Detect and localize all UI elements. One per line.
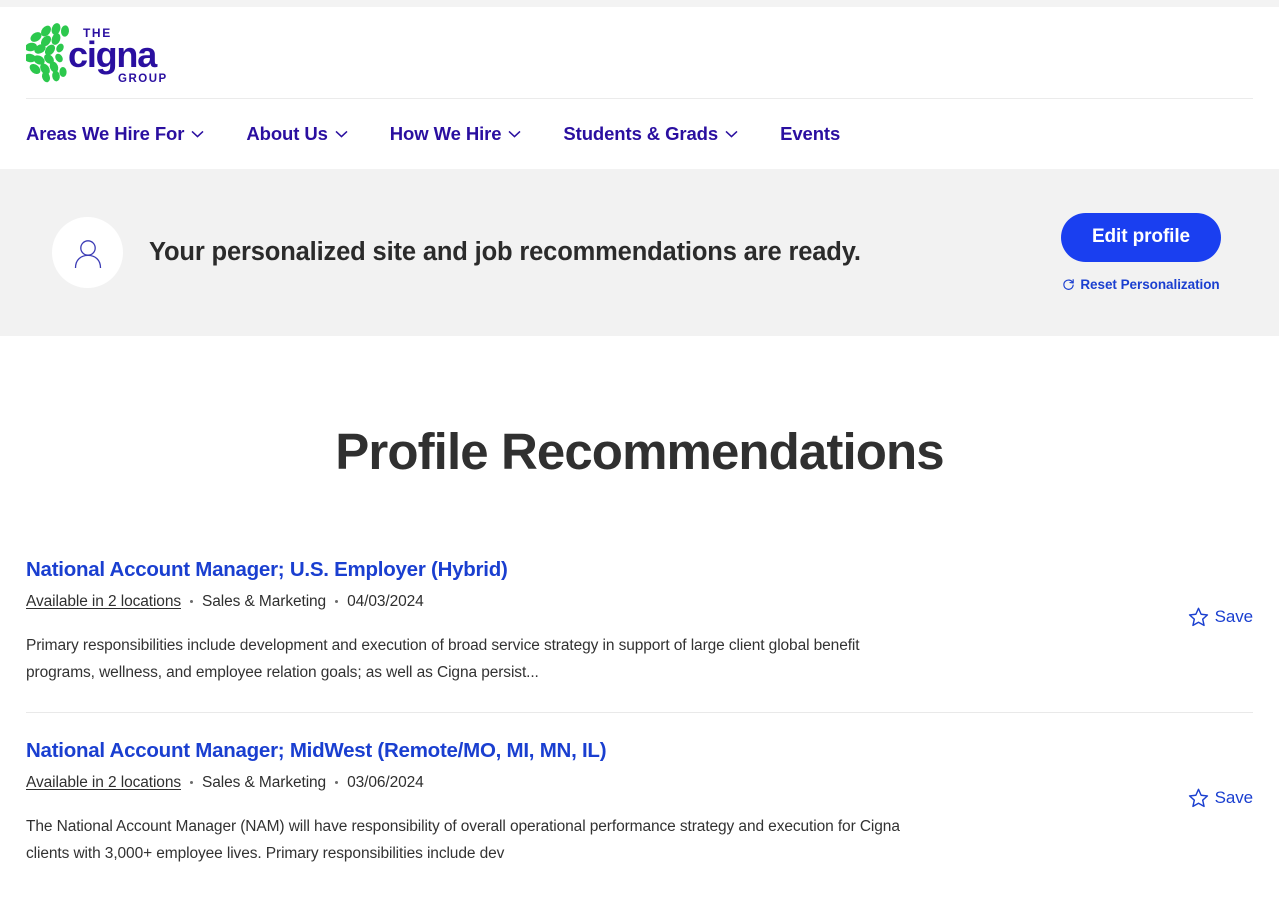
job-date: 03/06/2024 xyxy=(347,773,424,791)
banner-right-group: Edit profile Reset Personalization xyxy=(1060,213,1253,292)
job-description: The National Account Manager (NAM) will … xyxy=(26,817,900,863)
nav-label: Areas We Hire For xyxy=(26,123,185,144)
save-job-button[interactable]: Save xyxy=(1188,607,1253,627)
save-label: Save xyxy=(1214,788,1253,808)
nav-label: Students & Grads xyxy=(563,123,719,144)
edit-profile-button[interactable]: Edit profile xyxy=(1060,213,1221,262)
logo-cigna-text: cigna xyxy=(68,34,158,75)
star-outline-icon xyxy=(1188,788,1209,808)
job-meta: Available in 2 locations Sales & Marketi… xyxy=(26,593,951,611)
star-outline-icon xyxy=(1188,607,1209,627)
nav-item-about-us[interactable]: About Us xyxy=(246,123,348,145)
person-icon xyxy=(71,236,105,270)
the-cigna-group-logo[interactable]: THE cigna GROUP xyxy=(24,22,176,85)
reset-personalization-label: Reset Personalization xyxy=(1080,276,1220,292)
job-locations-link[interactable]: Available in 2 locations xyxy=(26,774,181,792)
cigna-logo-svg: THE cigna GROUP xyxy=(24,22,168,85)
main-navigation: Areas We Hire For About Us How We Hire S… xyxy=(0,99,1279,169)
nav-item-how-we-hire[interactable]: How We Hire xyxy=(390,123,522,145)
site-header: THE cigna GROUP xyxy=(0,7,1279,98)
job-category: Sales & Marketing xyxy=(202,773,327,791)
job-description: Primary responsibilities include develop… xyxy=(26,636,860,682)
nav-label: About Us xyxy=(246,123,328,144)
save-label: Save xyxy=(1214,607,1253,627)
logo-group-text: GROUP xyxy=(118,73,168,84)
meta-separator-dot xyxy=(190,600,193,604)
job-locations-link[interactable]: Available in 2 locations xyxy=(26,593,181,611)
job-title-link[interactable]: National Account Manager; MidWest (Remot… xyxy=(26,739,951,763)
nav-label: How We Hire xyxy=(389,123,502,144)
save-job-button[interactable]: Save xyxy=(1188,788,1253,808)
reset-personalization-link[interactable]: Reset Personalization xyxy=(1062,276,1220,292)
main-content: Profile Recommendations National Account… xyxy=(0,336,1279,894)
nav-list: Areas We Hire For About Us How We Hire S… xyxy=(26,123,840,145)
page-title: Profile Recommendations xyxy=(335,423,944,480)
job-main: National Account Manager; U.S. Employer … xyxy=(26,558,951,687)
meta-separator-dot xyxy=(190,781,193,785)
chevron-down-icon xyxy=(725,130,738,138)
chevron-down-icon xyxy=(508,130,521,138)
refresh-icon xyxy=(1062,278,1075,291)
job-date: 04/03/2024 xyxy=(347,592,424,610)
job-aside: Save xyxy=(1133,739,1253,808)
avatar xyxy=(52,217,123,288)
job-title-link[interactable]: National Account Manager; U.S. Employer … xyxy=(26,558,951,582)
cigna-tree-icon xyxy=(24,22,70,82)
job-main: National Account Manager; MidWest (Remot… xyxy=(26,739,951,868)
meta-separator-dot xyxy=(335,600,339,604)
job-aside: Save xyxy=(1133,558,1253,627)
nav-item-areas-we-hire-for[interactable]: Areas We Hire For xyxy=(26,123,204,145)
banner-headline: Your personalized site and job recommend… xyxy=(149,238,861,266)
job-recommendations-list: National Account Manager; U.S. Employer … xyxy=(26,558,1253,893)
top-scroll-strip xyxy=(0,0,1279,7)
job-card: National Account Manager; U.S. Employer … xyxy=(26,558,1253,714)
job-card: National Account Manager; MidWest (Remot… xyxy=(26,713,1253,893)
meta-separator-dot xyxy=(335,781,339,785)
nav-item-students-and-grads[interactable]: Students & Grads xyxy=(563,123,738,145)
logo-row: THE cigna GROUP xyxy=(24,7,1253,98)
chevron-down-icon xyxy=(335,130,348,138)
nav-label: Events xyxy=(780,123,841,144)
job-category: Sales & Marketing xyxy=(202,592,327,610)
personalization-banner: Your personalized site and job recommend… xyxy=(0,169,1279,336)
job-meta: Available in 2 locations Sales & Marketi… xyxy=(26,774,951,792)
chevron-down-icon xyxy=(191,130,204,138)
banner-left-group: Your personalized site and job recommend… xyxy=(26,217,861,288)
nav-item-events[interactable]: Events xyxy=(780,123,840,145)
